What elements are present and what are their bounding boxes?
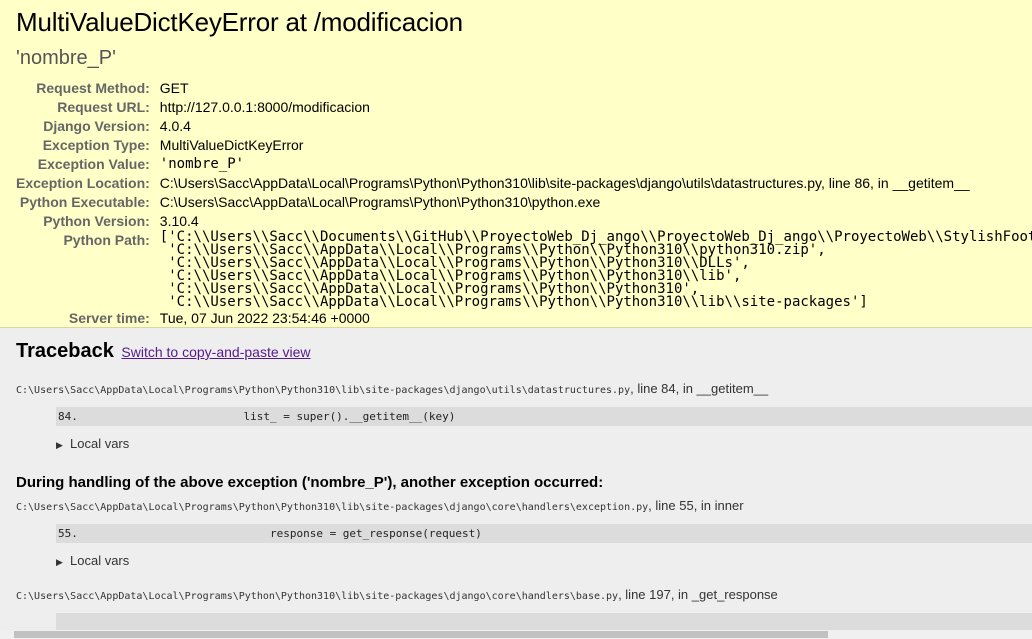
page-title: MultiValueDictKeyError at /modificacion: [16, 7, 463, 37]
meta-value: C:\Users\Sacc\AppData\Local\Programs\Pyt…: [159, 194, 601, 210]
frame-location: C:\Users\Sacc\AppData\Local\Programs\Pyt…: [16, 380, 1032, 399]
frame-file-path: C:\Users\Sacc\AppData\Local\Programs\Pyt…: [16, 385, 631, 396]
meta-value: GET: [159, 80, 189, 96]
local-vars-label: Local vars: [70, 436, 130, 451]
meta-value: MultiValueDictKeyError: [159, 137, 304, 153]
code-text: response = get_response(request): [164, 527, 482, 540]
triangle-right-icon: ▶: [56, 557, 63, 567]
meta-label: Django Version:: [43, 118, 150, 134]
frame-line-info: , line 55, in inner: [648, 498, 744, 513]
meta-label: Python Path:: [63, 232, 150, 248]
meta-row: Request URL: http://127.0.0.1:8000/modifi…: [16, 98, 1032, 117]
python-path-value: ['C:\\Users\\Sacc\\Documents\\GitHub\\Pr…: [159, 230, 1032, 310]
code-context-line[interactable]: 84. list_ = super().__getitem__(key): [56, 407, 1032, 426]
horizontal-scrollbar[interactable]: [0, 630, 1032, 639]
exception-subtitle: 'nombre_P': [16, 47, 116, 69]
frame-line-info: , line 84, in __getitem__: [630, 381, 769, 396]
meta-row: Exception Location: C:\Users\Sacc\AppData…: [16, 174, 1032, 193]
line-number: 55.: [58, 527, 78, 540]
meta-row: Exception Value: 'nombre_P': [16, 155, 1032, 174]
meta-label: Exception Location:: [16, 175, 150, 191]
meta-label: Exception Type:: [42, 137, 150, 153]
meta-value: http://127.0.0.1:8000/modificacion: [159, 99, 370, 115]
local-vars-toggle[interactable]: ▶ Local vars: [56, 552, 1032, 571]
meta-label: Exception Value:: [37, 156, 150, 172]
meta-row: Request Method: GET: [16, 79, 1032, 98]
meta-label: Request Method:: [36, 80, 150, 96]
meta-label: Python Executable:: [19, 194, 150, 210]
frame-line-info: , line 197, in _get_response: [618, 587, 778, 602]
meta-label: Request URL:: [57, 99, 150, 115]
frame-location: C:\Users\Sacc\AppData\Local\Programs\Pyt…: [16, 586, 1032, 605]
local-vars-label: Local vars: [70, 553, 130, 568]
line-number: 84.: [58, 410, 78, 423]
switch-view-link[interactable]: Switch to copy-and-paste view: [121, 344, 310, 360]
server-time-value: Tue, 07 Jun 2022 23:54:46 +0000: [159, 310, 370, 326]
meta-value: 4.0.4: [159, 118, 191, 134]
meta-row: Exception Type: MultiValueDictKeyError: [16, 136, 1032, 155]
request-meta-table: Request Method: GET Request URL: http://127…: [16, 79, 1032, 328]
meta-row: Server time: Tue, 07 Jun 2022 23:54:46 +…: [16, 309, 1032, 328]
meta-value: 'nombre_P': [159, 156, 245, 172]
scrollbar-thumb[interactable]: [14, 631, 828, 638]
meta-row: Python Path: ['C:\\Users\\Sacc\\Document…: [16, 230, 1032, 310]
traceback-section: Traceback Switch to copy-and-paste view …: [0, 328, 1032, 632]
code-text: list_ = super().__getitem__(key): [164, 410, 456, 423]
error-summary: MultiValueDictKeyError at /modificacion …: [0, 0, 1032, 328]
meta-label: Python Version:: [43, 213, 150, 229]
triangle-right-icon: ▶: [56, 440, 63, 450]
frame-file-path: C:\Users\Sacc\AppData\Local\Programs\Pyt…: [16, 591, 619, 602]
meta-value: C:\Users\Sacc\AppData\Local\Programs\Pyt…: [159, 175, 970, 191]
local-vars-toggle[interactable]: ▶ Local vars: [56, 435, 1032, 454]
frame-file-path: C:\Users\Sacc\AppData\Local\Programs\Pyt…: [16, 502, 649, 513]
code-context-line[interactable]: 55. response = get_response(request): [56, 524, 1032, 543]
python-path-line: 'C:\\Users\\Sacc\\AppData\\Local\\Progra…: [159, 294, 868, 310]
meta-label: Server time:: [68, 310, 150, 326]
traceback-title: Traceback: [16, 340, 114, 362]
meta-row: Python Executable: C:\Users\Sacc\AppData\…: [16, 193, 1032, 212]
traceback-heading: Traceback Switch to copy-and-paste view: [16, 328, 1032, 365]
exception-chain-message: During handling of the above exception (…: [16, 474, 604, 491]
frame-location: C:\Users\Sacc\AppData\Local\Programs\Pyt…: [16, 497, 1032, 516]
meta-row: Django Version: 4.0.4: [16, 117, 1032, 136]
